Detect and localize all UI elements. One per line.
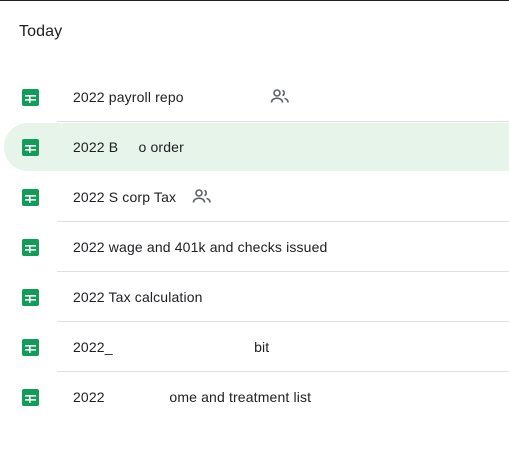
file-row[interactable]: 2022 payroll repo: [0, 72, 509, 122]
file-name: 2022_ bit: [73, 339, 270, 355]
file-name: 2022 wage and 401k and checks issued: [73, 239, 328, 255]
sheets-icon: [22, 89, 39, 106]
file-row[interactable]: 2022_ bit: [0, 322, 509, 372]
file-name: 2022 Tax calculation: [73, 289, 203, 305]
sheets-icon: [22, 289, 39, 306]
file-row[interactable]: 2022 Tax calculation: [0, 272, 509, 322]
recent-files-panel: Today 2022 payroll repo 2022 B o order 2…: [0, 0, 509, 464]
file-row[interactable]: 2022 S corp Tax: [0, 172, 509, 222]
file-row[interactable]: 2022 wage and 401k and checks issued: [0, 222, 509, 272]
sheets-icon: [22, 389, 39, 406]
file-row[interactable]: 2022 ome and treatment list: [0, 372, 509, 422]
sheets-icon: [22, 189, 39, 206]
file-name: 2022 ome and treatment list: [73, 389, 312, 405]
file-list: 2022 payroll repo 2022 B o order 2022 S …: [0, 72, 509, 422]
file-name: 2022 payroll repo: [73, 89, 184, 105]
file-name: 2022 B o order: [73, 139, 184, 155]
sheets-icon: [22, 139, 39, 156]
sheets-icon: [22, 239, 39, 256]
top-border: [0, 0, 509, 1]
file-name: 2022 S corp Tax: [73, 189, 177, 205]
section-header-today: Today: [19, 23, 63, 40]
shared-people-icon: [192, 188, 212, 206]
file-row-selected[interactable]: 2022 B o order: [0, 122, 509, 172]
sheets-icon: [22, 339, 39, 356]
shared-people-icon: [270, 88, 290, 106]
